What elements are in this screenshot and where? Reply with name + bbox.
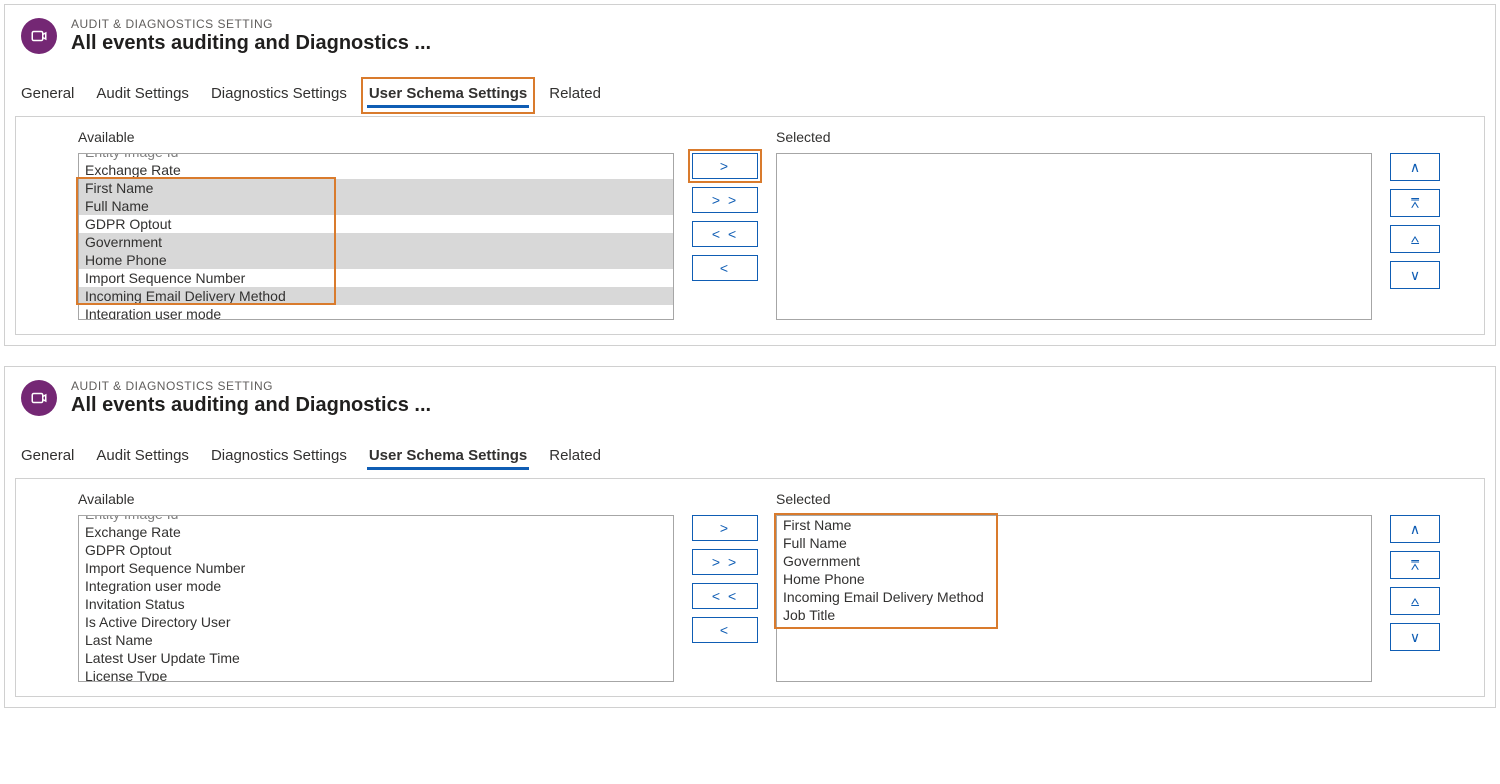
tab-related[interactable]: Related bbox=[547, 81, 603, 108]
list-item[interactable]: Government bbox=[777, 552, 1371, 570]
tab-general[interactable]: General bbox=[19, 443, 76, 470]
list-item[interactable]: License Type bbox=[79, 667, 673, 682]
selected-listbox[interactable] bbox=[776, 153, 1372, 320]
tab-diagnostics-settings[interactable]: Diagnostics Settings bbox=[209, 443, 349, 470]
move-top-button[interactable]: ⩞ bbox=[1390, 189, 1440, 217]
available-listbox[interactable]: Entity Image IdExchange RateFirst NameFu… bbox=[78, 153, 674, 320]
move-down-button[interactable]: ∨ bbox=[1390, 261, 1440, 289]
list-item[interactable]: Full Name bbox=[777, 534, 1371, 552]
available-label: Available bbox=[78, 129, 674, 145]
available-label: Available bbox=[78, 491, 674, 507]
page-header: AUDIT & DIAGNOSTICS SETTING All events a… bbox=[5, 9, 1495, 59]
list-item[interactable]: First Name bbox=[79, 179, 673, 197]
add-button[interactable]: > bbox=[692, 515, 758, 541]
list-item[interactable]: Latest User Update Time bbox=[79, 649, 673, 667]
picker-frame: Available Entity Image IdExchange RateFi… bbox=[15, 116, 1485, 335]
list-item[interactable]: GDPR Optout bbox=[79, 215, 673, 233]
picker-frame: Available Entity Image IdExchange RateGD… bbox=[15, 478, 1485, 697]
list-item[interactable]: Job Title bbox=[777, 606, 1371, 624]
entity-icon bbox=[21, 380, 57, 416]
list-item[interactable]: GDPR Optout bbox=[79, 541, 673, 559]
selected-listbox[interactable]: First NameFull NameGovernmentHome PhoneI… bbox=[776, 515, 1372, 682]
add-button[interactable]: > bbox=[692, 153, 758, 179]
tab-related[interactable]: Related bbox=[547, 443, 603, 470]
move-down-button[interactable]: ∨ bbox=[1390, 623, 1440, 651]
list-item[interactable]: Entity Image Id bbox=[79, 153, 673, 161]
page-title: All events auditing and Diagnostics ... bbox=[71, 393, 431, 417]
breadcrumb: AUDIT & DIAGNOSTICS SETTING bbox=[71, 379, 431, 393]
settings-panel-after: AUDIT & DIAGNOSTICS SETTING All events a… bbox=[4, 366, 1496, 708]
list-item[interactable]: Import Sequence Number bbox=[79, 559, 673, 577]
page-title: All events auditing and Diagnostics ... bbox=[71, 31, 431, 55]
list-item[interactable]: Exchange Rate bbox=[79, 161, 673, 179]
list-item[interactable]: Entity Image Id bbox=[79, 515, 673, 523]
move-up-button[interactable]: ∧ bbox=[1390, 515, 1440, 543]
list-item[interactable]: Government bbox=[79, 233, 673, 251]
available-listbox[interactable]: Entity Image IdExchange RateGDPR OptoutI… bbox=[78, 515, 674, 682]
entity-icon bbox=[21, 18, 57, 54]
move-bottom-button[interactable]: ⩟ bbox=[1390, 587, 1440, 615]
list-item[interactable]: First Name bbox=[777, 516, 1371, 534]
list-item[interactable]: Integration user mode bbox=[79, 305, 673, 320]
remove-button[interactable]: < bbox=[692, 617, 758, 643]
list-item[interactable]: Full Name bbox=[79, 197, 673, 215]
move-bottom-button[interactable]: ⩟ bbox=[1390, 225, 1440, 253]
move-top-button[interactable]: ⩞ bbox=[1390, 551, 1440, 579]
list-item[interactable]: Invitation Status bbox=[79, 595, 673, 613]
settings-panel-before: AUDIT & DIAGNOSTICS SETTING All events a… bbox=[4, 4, 1496, 346]
tab-bar: General Audit Settings Diagnostics Setti… bbox=[5, 71, 1495, 108]
tab-user-schema-settings[interactable]: User Schema Settings bbox=[367, 81, 529, 108]
add-all-button[interactable]: > > bbox=[692, 549, 758, 575]
tab-general[interactable]: General bbox=[19, 81, 76, 108]
list-item[interactable]: Is Active Directory User bbox=[79, 613, 673, 631]
list-item[interactable]: Home Phone bbox=[79, 251, 673, 269]
tab-bar: General Audit Settings Diagnostics Setti… bbox=[5, 433, 1495, 470]
add-all-button[interactable]: > > bbox=[692, 187, 758, 213]
page-header: AUDIT & DIAGNOSTICS SETTING All events a… bbox=[5, 371, 1495, 421]
selected-label: Selected bbox=[776, 491, 1372, 507]
remove-all-button[interactable]: < < bbox=[692, 583, 758, 609]
tab-diagnostics-settings[interactable]: Diagnostics Settings bbox=[209, 81, 349, 108]
breadcrumb: AUDIT & DIAGNOSTICS SETTING bbox=[71, 17, 431, 31]
selected-label: Selected bbox=[776, 129, 1372, 145]
remove-button[interactable]: < bbox=[692, 255, 758, 281]
list-item[interactable]: Home Phone bbox=[777, 570, 1371, 588]
list-item[interactable]: Last Name bbox=[79, 631, 673, 649]
move-up-button[interactable]: ∧ bbox=[1390, 153, 1440, 181]
list-item[interactable]: Incoming Email Delivery Method bbox=[79, 287, 673, 305]
remove-all-button[interactable]: < < bbox=[692, 221, 758, 247]
list-item[interactable]: Integration user mode bbox=[79, 577, 673, 595]
list-item[interactable]: Import Sequence Number bbox=[79, 269, 673, 287]
list-item[interactable]: Exchange Rate bbox=[79, 523, 673, 541]
tab-audit-settings[interactable]: Audit Settings bbox=[94, 443, 191, 470]
tab-user-schema-settings[interactable]: User Schema Settings bbox=[367, 443, 529, 470]
tab-audit-settings[interactable]: Audit Settings bbox=[94, 81, 191, 108]
list-item[interactable]: Incoming Email Delivery Method bbox=[777, 588, 1371, 606]
